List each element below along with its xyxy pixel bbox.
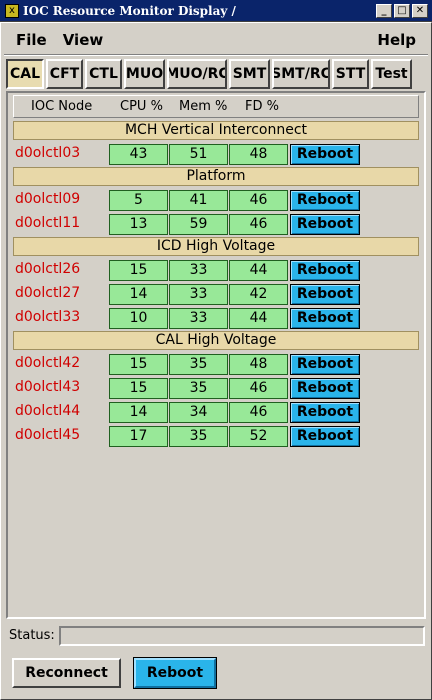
mem-value: 51 <box>169 144 228 165</box>
status-field <box>59 626 425 646</box>
header-fd: FD % <box>245 99 279 114</box>
menu-view[interactable]: View <box>55 31 112 49</box>
node-name: d0olctl33 <box>15 309 81 325</box>
menu-file[interactable]: File <box>0 31 55 49</box>
tab-ctl[interactable]: CTL <box>85 59 122 89</box>
cpu-value: 10 <box>109 308 168 329</box>
fd-value: 46 <box>229 190 288 211</box>
node-name: d0olctl27 <box>15 285 81 301</box>
reboot-button[interactable]: Reboot <box>290 260 360 281</box>
cpu-value: 43 <box>109 144 168 165</box>
node-name: d0olctl45 <box>15 427 81 443</box>
node-name: d0olctl09 <box>15 191 81 207</box>
group-header: CAL High Voltage <box>13 331 419 350</box>
node-name: d0olctl43 <box>15 379 81 395</box>
fd-value: 44 <box>229 260 288 281</box>
mem-value: 59 <box>169 214 228 235</box>
mem-value: 41 <box>169 190 228 211</box>
cpu-value: 13 <box>109 214 168 235</box>
menu-separator <box>4 54 428 56</box>
table-row: d0olctl43 15 35 46 Reboot <box>13 377 419 400</box>
mem-value: 34 <box>169 402 228 423</box>
fd-value: 52 <box>229 426 288 447</box>
tab-smt[interactable]: SMT <box>229 59 270 89</box>
maximize-button[interactable]: □ <box>394 3 410 18</box>
fd-value: 44 <box>229 308 288 329</box>
mem-value: 35 <box>169 354 228 375</box>
tab-test[interactable]: Test <box>371 59 412 89</box>
app-icon[interactable]: x <box>5 3 19 18</box>
title-bar[interactable]: x IOC Resource Monitor Display / _ □ ✕ <box>0 0 432 22</box>
cpu-value: 15 <box>109 260 168 281</box>
group-header: ICD High Voltage <box>13 237 419 256</box>
table-row: d0olctl03 43 51 48 Reboot <box>13 143 419 166</box>
status-label: Status: <box>9 628 55 643</box>
node-name: d0olctl03 <box>15 145 81 161</box>
reboot-button[interactable]: Reboot <box>290 354 360 375</box>
node-name: d0olctl44 <box>15 403 81 419</box>
cpu-value: 5 <box>109 190 168 211</box>
group-header: MCH Vertical Interconnect <box>13 121 419 140</box>
tab-stt[interactable]: STT <box>332 59 369 89</box>
reboot-button[interactable]: Reboot <box>290 402 360 423</box>
fd-value: 46 <box>229 214 288 235</box>
cpu-value: 14 <box>109 284 168 305</box>
header-ioc-node: IOC Node <box>31 99 93 114</box>
mem-value: 33 <box>169 308 228 329</box>
mem-value: 33 <box>169 260 228 281</box>
tab-bar: CAL CFT CTL MUO MUO/RC SMT SMT/RC STT Te… <box>6 59 412 89</box>
close-button[interactable]: ✕ <box>412 3 428 18</box>
mem-value: 33 <box>169 284 228 305</box>
minimize-button[interactable]: _ <box>376 3 392 18</box>
reboot-button[interactable]: Reboot <box>290 190 360 211</box>
header-cpu: CPU % <box>120 99 163 114</box>
table-row: d0olctl45 17 35 52 Reboot <box>13 425 419 448</box>
reboot-button[interactable]: Reboot <box>290 308 360 329</box>
cpu-value: 17 <box>109 426 168 447</box>
fd-value: 48 <box>229 144 288 165</box>
reboot-button[interactable]: Reboot <box>290 284 360 305</box>
fd-value: 42 <box>229 284 288 305</box>
reconnect-button[interactable]: Reconnect <box>12 658 121 688</box>
menu-help[interactable]: Help <box>369 31 432 49</box>
table-row: d0olctl26 15 33 44 Reboot <box>13 259 419 282</box>
cpu-value: 15 <box>109 354 168 375</box>
mem-value: 35 <box>169 378 228 399</box>
group-header: Platform <box>13 167 419 186</box>
fd-value: 46 <box>229 402 288 423</box>
mem-value: 35 <box>169 426 228 447</box>
table-row: d0olctl09 5 41 46 Reboot <box>13 189 419 212</box>
fd-value: 46 <box>229 378 288 399</box>
table-header: IOC Node CPU % Mem % FD % <box>13 95 419 118</box>
cpu-value: 15 <box>109 378 168 399</box>
table-row: d0olctl33 10 33 44 Reboot <box>13 307 419 330</box>
window-title: IOC Resource Monitor Display / <box>23 3 236 18</box>
node-name: d0olctl42 <box>15 355 81 371</box>
reboot-button[interactable]: Reboot <box>290 214 360 235</box>
tab-muo[interactable]: MUO <box>124 59 165 89</box>
reboot-button[interactable]: Reboot <box>290 426 360 447</box>
fd-value: 48 <box>229 354 288 375</box>
tab-smt-rc[interactable]: SMT/RC <box>272 59 330 89</box>
tab-cal[interactable]: CAL <box>6 59 44 89</box>
table-row: d0olctl11 13 59 46 Reboot <box>13 213 419 236</box>
header-mem: Mem % <box>179 99 228 114</box>
table-row: d0olctl27 14 33 42 Reboot <box>13 283 419 306</box>
menu-bar: File View Help <box>0 27 432 53</box>
node-name: d0olctl26 <box>15 261 81 277</box>
tab-muo-rc[interactable]: MUO/RC <box>167 59 227 89</box>
reboot-button[interactable]: Reboot <box>290 378 360 399</box>
reboot-button[interactable]: Reboot <box>290 144 360 165</box>
tab-cft[interactable]: CFT <box>46 59 83 89</box>
cpu-value: 14 <box>109 402 168 423</box>
node-name: d0olctl11 <box>15 215 81 231</box>
table-row: d0olctl44 14 34 46 Reboot <box>13 401 419 424</box>
reboot-all-button[interactable]: Reboot <box>133 657 217 689</box>
table-row: d0olctl42 15 35 48 Reboot <box>13 353 419 376</box>
